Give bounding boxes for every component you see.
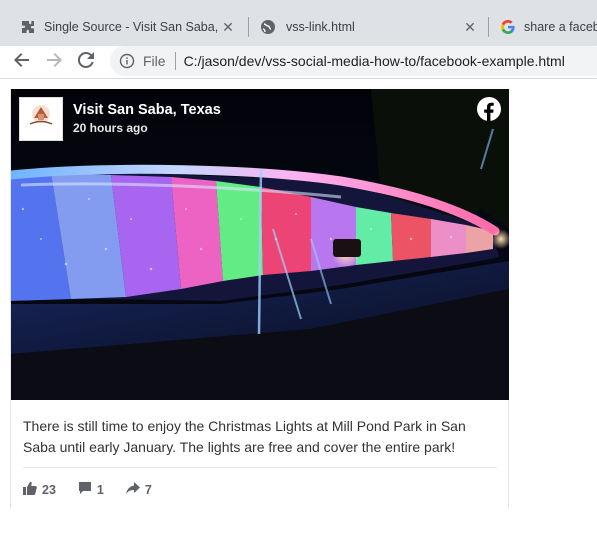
omnibox-divider — [174, 52, 176, 70]
facebook-logo-icon[interactable] — [477, 97, 501, 121]
page-name[interactable]: Visit San Saba, Texas — [73, 101, 221, 119]
reload-icon — [77, 51, 95, 74]
scheme-label: File — [143, 53, 166, 69]
tab-google-search[interactable]: share a facebo — [490, 8, 597, 46]
comments-value: 1 — [96, 482, 104, 497]
forward-button[interactable] — [42, 50, 66, 74]
likes-count[interactable]: 23 — [23, 481, 56, 498]
url-text[interactable]: C:/jason/dev/vss-social-media-how-to/fac… — [184, 53, 565, 69]
likes-value: 23 — [42, 482, 56, 497]
browser-toolbar: File C:/jason/dev/vss-social-media-how-t… — [0, 46, 597, 79]
google-icon — [500, 19, 516, 35]
shares-count[interactable]: 7 — [125, 481, 152, 498]
page-avatar[interactable] — [19, 97, 63, 141]
post-divider — [23, 467, 497, 468]
post-body-text: There is still time to enjoy the Christm… — [23, 418, 466, 455]
tab-title: Single Source - Visit San Saba, Te — [44, 20, 219, 34]
info-icon[interactable] — [119, 53, 135, 69]
tab-single-source[interactable]: Single Source - Visit San Saba, Te ✕ — [8, 8, 246, 46]
tab-strip: Single Source - Visit San Saba, Te ✕ vss… — [0, 0, 597, 46]
page-meta: Visit San Saba, Texas 20 hours ago — [73, 101, 221, 136]
tab-title: share a facebo — [524, 20, 597, 34]
address-bar[interactable]: File C:/jason/dev/vss-social-media-how-t… — [110, 46, 597, 76]
post-timestamp[interactable]: 20 hours ago — [73, 120, 221, 136]
comments-count[interactable]: 1 — [78, 481, 104, 498]
close-tab-icon[interactable]: ✕ — [462, 19, 478, 35]
shares-value: 7 — [144, 482, 152, 497]
share-arrow-icon — [125, 481, 145, 498]
puzzle-icon — [20, 19, 36, 35]
post-header: Visit San Saba, Texas 20 hours ago — [19, 97, 221, 141]
tab-divider — [488, 17, 489, 37]
comment-icon — [78, 481, 97, 498]
arrow-left-icon — [13, 51, 31, 74]
tab-divider — [248, 17, 249, 37]
tab-vss-link[interactable]: vss-link.html ✕ — [250, 8, 488, 46]
globe-icon — [260, 19, 276, 35]
reload-button[interactable] — [74, 50, 98, 74]
facebook-post-card: Visit San Saba, Texas 20 hours ago There… — [10, 89, 509, 509]
engagement-stats: 23 1 7 — [23, 481, 174, 498]
tab-title: vss-link.html — [286, 20, 355, 34]
thumbs-up-icon — [23, 481, 42, 498]
arrow-right-icon — [45, 51, 63, 74]
back-button[interactable] — [10, 50, 34, 74]
close-tab-icon[interactable]: ✕ — [220, 19, 236, 35]
